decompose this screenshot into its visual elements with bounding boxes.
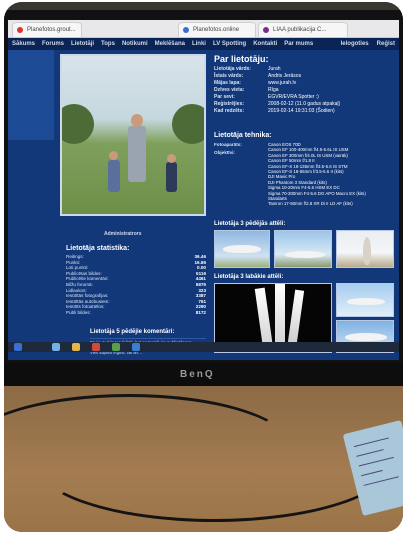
handwriting-line — [363, 476, 399, 486]
handwriting-line — [358, 456, 394, 467]
nav-item[interactable]: Par mums — [284, 41, 313, 47]
profile-value[interactable]: www.jurah.lv — [268, 80, 296, 86]
browser-tab-bar: Planefotos.grout... Planefotos.online LI… — [8, 20, 399, 38]
folder-icon[interactable] — [72, 343, 80, 351]
equipment-list: Canon EOS 70D Canon EF 100-400mm f/4.5-5… — [268, 142, 396, 207]
contrail-shape — [275, 284, 285, 350]
browser-tab[interactable]: Planefotos.grout... — [12, 22, 82, 37]
child-figure — [166, 162, 177, 192]
person-figure — [128, 126, 146, 182]
nav-item[interactable]: Meklēšana — [155, 41, 185, 47]
handwriting-line — [361, 469, 383, 477]
user-avatar-photo — [60, 54, 206, 216]
airplane-shape — [285, 251, 325, 258]
browser-tab[interactable]: LIAA publikacija C... — [258, 22, 348, 37]
comments-title: Lietotāja 5 pēdējie komentāri: — [90, 329, 175, 335]
child-head — [109, 151, 118, 160]
profile-key: Reģistrējies: — [214, 101, 245, 107]
start-icon[interactable] — [14, 343, 22, 351]
profile-row: Dzīves vieta: Rīga — [214, 87, 394, 93]
cable-shape — [34, 402, 394, 522]
airplane-shape — [223, 245, 261, 253]
nav-item[interactable]: Notikumi — [122, 41, 148, 47]
airplane-shape — [345, 333, 387, 341]
nav-item[interactable]: LV Spotting — [213, 41, 246, 47]
taskbar-app-icon[interactable] — [52, 343, 60, 351]
site-nav: Sākums Forums Lietotāji Tops Notikumi Me… — [8, 38, 399, 50]
nav-item[interactable]: Lietotāji — [71, 41, 94, 47]
profile-row: Mājas lapa: www.jurah.lv — [214, 80, 394, 86]
camera-key: Fotoaparāts: — [214, 142, 242, 147]
user-role-label: Administratrors — [104, 231, 142, 237]
monitor-screen: Planefotos.grout... Planefotos.online LI… — [8, 20, 399, 360]
child-figure — [108, 160, 120, 192]
stat-value: 8172 — [195, 309, 206, 315]
os-taskbar — [8, 342, 399, 352]
login-link[interactable]: Ielogoties — [341, 41, 369, 47]
browser-tab[interactable]: Planefotos.online — [178, 22, 256, 37]
tree-shape — [172, 104, 204, 144]
favicon-icon — [263, 27, 269, 33]
child-head — [167, 154, 176, 163]
profile-value: 2019-02-14 19:31:03 (Šodien) — [268, 108, 335, 114]
photo-thumbnail[interactable] — [274, 230, 332, 268]
profile-row: Īstais vārds: Andris Jerāsos — [214, 73, 394, 79]
profile-key: Kad redzēts: — [214, 108, 245, 114]
register-link[interactable]: Reģist — [377, 41, 395, 47]
best-photos-title: Lietotāja 3 labākie attēli: — [214, 274, 284, 280]
tab-label: LIAA publikacija C... — [273, 27, 327, 33]
handwriting-line — [356, 449, 384, 457]
profile-key: Dzīves vieta: — [214, 87, 245, 93]
profile-key: Lietotāja vārds: — [214, 66, 251, 72]
left-sidebar — [8, 50, 54, 140]
profile-key: Īstais vārds: — [214, 73, 244, 79]
profile-key: Mājas lapa: — [214, 80, 241, 86]
profile-value: EGVR/EVRA Spotter :) — [268, 94, 319, 100]
nav-item[interactable]: Kontakti — [253, 41, 277, 47]
handwriting-line — [353, 437, 390, 448]
profile-key: Par sevi: — [214, 94, 235, 100]
taskbar-app-icon[interactable] — [112, 343, 120, 351]
profile-row: Lietotāja vārds: Jurah — [214, 66, 394, 72]
profile-value: Jurah — [268, 66, 281, 72]
airplane-shape — [347, 298, 385, 305]
taskbar-app-icon[interactable] — [132, 343, 140, 351]
equipment-title: Lietotāja tehnika: — [214, 132, 272, 139]
profile-row: Kad redzēts: 2019-02-14 19:31:03 (Šodien) — [214, 108, 394, 114]
lens-item: Tamron 17-50mm f/2.8 XR Di II LD AF (kit… — [268, 201, 353, 207]
nav-item[interactable]: Linki — [192, 41, 206, 47]
profile-value: 2008-02-12 (11.0 gadus atpakaļ) — [268, 101, 341, 107]
photo-thumbnail[interactable] — [214, 230, 270, 268]
favicon-icon — [17, 27, 23, 33]
stat-row: Publi bildes: 8172 — [66, 310, 206, 316]
tab-label: Planefotos.online — [193, 27, 240, 33]
photo-thumbnail[interactable] — [336, 283, 394, 317]
nav-item[interactable]: Forums — [42, 41, 64, 47]
nav-item[interactable]: Sākums — [12, 41, 35, 47]
favicon-icon — [183, 27, 189, 33]
monitor-brand-logo: BenQ — [180, 369, 215, 380]
profile-value: Andris Jerāsos — [268, 73, 302, 79]
tree-shape — [62, 104, 94, 144]
tab-label: Planefotos.grout... — [27, 27, 76, 33]
stats-list: Reitings: 36.46 Punkti: 16.86 Loti punkti:… — [66, 254, 206, 316]
monitor-bezel: Planefotos.grout... Planefotos.online LI… — [4, 10, 403, 372]
last-photos-title: Lietotāja 3 pēdējās attēli: — [214, 221, 286, 227]
contrail-shape — [254, 287, 274, 351]
person-head — [131, 114, 143, 127]
stat-key: Publi bildes: — [66, 309, 91, 315]
nav-item[interactable]: Tops — [101, 41, 115, 47]
browser-icon[interactable] — [92, 343, 100, 351]
photo-frame: Planefotos.grout... Planefotos.online LI… — [4, 2, 403, 532]
photo-thumbnail[interactable] — [336, 230, 394, 268]
stats-title: Lietotāja statistika: — [66, 245, 130, 252]
lens-key: Objektīvi: — [214, 150, 235, 155]
profile-title: Par lietotāju: — [214, 54, 269, 64]
profile-value: Rīga — [268, 87, 279, 93]
profile-row: Reģistrējies: 2008-02-12 (11.0 gadus atpa… — [214, 101, 394, 107]
airplane-shape — [363, 237, 371, 265]
profile-row: Par sevi: EGVR/EVRA Spotter :) — [214, 94, 394, 100]
